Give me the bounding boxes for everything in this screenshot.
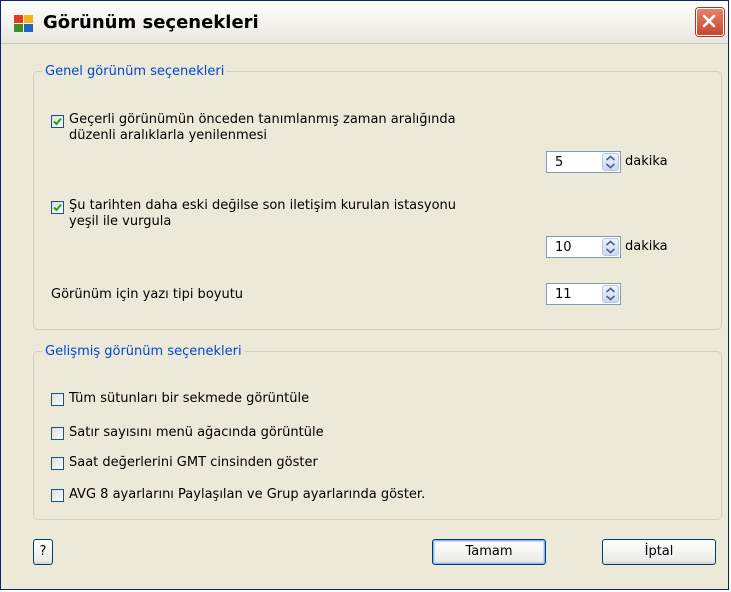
row-count-label: Satır sayısını menü ağacında görüntüle xyxy=(69,425,324,440)
refresh-checkbox[interactable] xyxy=(51,115,64,128)
highlight-interval-value: 10 xyxy=(555,240,572,255)
highlight-unit: dakika xyxy=(625,239,668,254)
checkmark-icon xyxy=(53,203,62,212)
highlight-label-line1: Şu tarihten daha eski değilse son iletiş… xyxy=(69,198,457,213)
avg8-settings-label: AVG 8 ayarlarını Paylaşılan ve Grup ayar… xyxy=(69,487,426,502)
font-size-spinner[interactable]: 11 xyxy=(546,283,621,305)
spinner-arrows-icon[interactable] xyxy=(602,285,619,303)
avg8-settings-checkbox[interactable] xyxy=(51,489,64,502)
help-button[interactable]: ? xyxy=(33,539,53,565)
close-icon xyxy=(702,14,716,28)
font-size-label: Görünüm için yazı tipi boyutu xyxy=(51,287,244,302)
all-columns-checkbox[interactable] xyxy=(51,393,64,406)
row-count-checkbox[interactable] xyxy=(51,427,64,440)
refresh-interval-spinner[interactable]: 5 xyxy=(546,151,621,173)
spinner-arrows-icon[interactable] xyxy=(602,153,619,171)
refresh-interval-value: 5 xyxy=(555,155,564,170)
title-bar[interactable]: Görünüm seçenekleri xyxy=(1,1,728,44)
highlight-interval-spinner[interactable]: 10 xyxy=(546,236,621,258)
gmt-time-label: Saat değerlerini GMT cinsinden göster xyxy=(69,455,318,470)
highlight-label-line2: yeşil ile vurgula xyxy=(69,214,172,229)
general-options-legend: Genel görünüm seçenekleri xyxy=(45,64,225,79)
ok-button[interactable]: Tamam xyxy=(432,539,546,565)
highlight-checkbox[interactable] xyxy=(51,201,64,214)
refresh-label-line2: düzenli aralıklarla yenilenmesi xyxy=(69,128,268,143)
spinner-arrows-icon[interactable] xyxy=(602,238,619,256)
cancel-button[interactable]: İptal xyxy=(602,539,716,565)
dialog-window: Görünüm seçenekleri Genel görünüm seçene… xyxy=(0,0,729,590)
checkmark-icon xyxy=(53,117,62,126)
advanced-options-legend: Gelişmiş görünüm seçenekleri xyxy=(45,344,242,359)
refresh-label-line1: Geçerli görünümün önceden tanımlanmış za… xyxy=(69,112,456,127)
window-title: Görünüm seçenekleri xyxy=(43,12,259,33)
avg-app-icon xyxy=(13,13,35,33)
font-size-value: 11 xyxy=(555,287,572,302)
all-columns-label: Tüm sütunları bir sekmede görüntüle xyxy=(69,391,310,406)
gmt-time-checkbox[interactable] xyxy=(51,457,64,470)
close-button[interactable] xyxy=(696,8,724,36)
refresh-unit: dakika xyxy=(625,154,668,169)
